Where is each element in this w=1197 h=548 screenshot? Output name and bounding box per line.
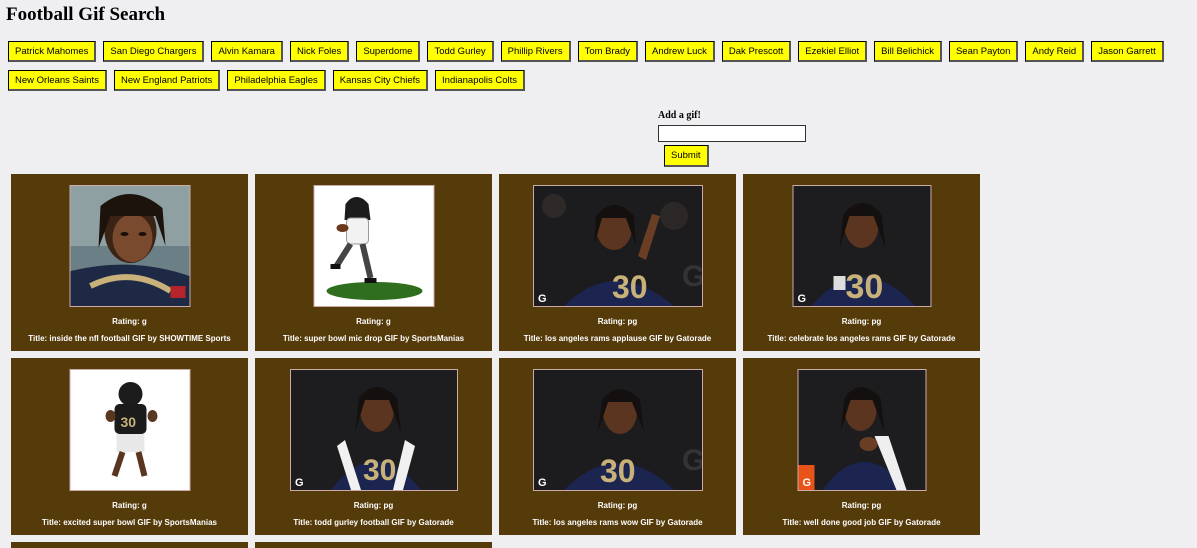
gif-rating: Rating: pg — [353, 501, 394, 510]
svg-text:30: 30 — [845, 268, 883, 306]
gif-card: 30 G Rating: pg Title: celebrate los ang… — [743, 174, 980, 351]
gif-title: Title: inside the nfl football GIF by SH… — [28, 334, 231, 343]
topic-button[interactable]: Bill Belichick — [874, 41, 942, 62]
svg-text:30: 30 — [363, 454, 396, 487]
topic-button[interactable]: Dak Prescott — [721, 41, 792, 62]
gif-card — [11, 542, 248, 548]
topic-button[interactable]: Kansas City Chiefs — [332, 70, 429, 91]
svg-text:G: G — [295, 477, 304, 489]
svg-text:G: G — [682, 260, 702, 293]
svg-text:G: G — [682, 444, 702, 477]
gif-image[interactable]: 30 G — [289, 369, 458, 491]
topic-button[interactable]: Todd Gurley — [427, 41, 494, 62]
gif-title: Title: todd gurley football GIF by Gator… — [293, 518, 454, 527]
topic-button-bar: Patrick Mahomes San Diego Chargers Alvin… — [8, 41, 1188, 91]
page-title: Football Gif Search — [6, 4, 166, 25]
gif-card: 30 G G Rating: pg Title: los angeles ram… — [499, 174, 736, 351]
gif-rating: Rating: pg — [841, 317, 882, 326]
gif-title: Title: excited super bowl GIF by SportsM… — [42, 518, 217, 527]
svg-text:G: G — [802, 477, 811, 489]
topic-button[interactable]: Indianapolis Colts — [435, 70, 526, 91]
gif-image[interactable]: 30 G G — [532, 185, 703, 307]
gif-title: Title: celebrate los angeles rams GIF by… — [767, 334, 956, 343]
svg-text:G: G — [797, 293, 806, 305]
topic-button[interactable]: Tom Brady — [577, 41, 638, 62]
gif-card — [255, 542, 492, 548]
svg-text:30: 30 — [600, 453, 636, 489]
topic-button[interactable]: Jason Garrett — [1091, 41, 1164, 62]
gif-title: Title: los angeles rams wow GIF by Gator… — [532, 518, 703, 527]
topic-button[interactable]: Andrew Luck — [644, 41, 715, 62]
gif-rating: Rating: pg — [841, 501, 882, 510]
gif-rating: Rating: pg — [597, 317, 638, 326]
topic-button[interactable]: Patrick Mahomes — [8, 41, 97, 62]
submit-button[interactable]: Submit — [664, 145, 709, 167]
gif-card: Rating: g Title: inside the nfl football… — [11, 174, 248, 351]
gif-image[interactable]: 30 G — [792, 185, 931, 307]
topic-button[interactable]: New England Patriots — [113, 70, 221, 91]
topic-button[interactable]: Ezekiel Elliot — [798, 41, 868, 62]
gif-results-grid: Rating: g Title: inside the nfl football… — [11, 174, 986, 548]
topic-button[interactable]: Nick Foles — [289, 41, 350, 62]
svg-text:G: G — [538, 293, 547, 305]
topic-button[interactable]: Alvin Kamara — [211, 41, 283, 62]
topic-button[interactable]: Superdome — [356, 41, 421, 62]
gif-rating: Rating: g — [112, 501, 147, 510]
topic-button[interactable]: Phillip Rivers — [500, 41, 571, 62]
gif-image[interactable] — [313, 185, 434, 307]
gif-title: Title: los angeles rams applause GIF by … — [523, 334, 712, 343]
gif-card: Rating: g Title: super bowl mic drop GIF… — [255, 174, 492, 351]
gif-title: Title: well done good job GIF by Gatorad… — [782, 518, 941, 527]
gif-image[interactable]: G — [797, 369, 926, 491]
topic-button[interactable]: New Orleans Saints — [8, 70, 107, 91]
gif-rating: Rating: pg — [597, 501, 638, 510]
topic-button[interactable]: Sean Payton — [948, 41, 1019, 62]
gif-rating: Rating: g — [356, 317, 391, 326]
topic-button[interactable]: Philadelphia Eagles — [227, 70, 326, 91]
gif-card: 30 G Rating: pg Title: todd gurley footb… — [255, 358, 492, 535]
gif-card: 30 Rating: g Title: excited super bowl G… — [11, 358, 248, 535]
topic-button[interactable]: Andy Reid — [1025, 41, 1085, 62]
gif-image[interactable]: 30 G G — [532, 369, 703, 491]
gif-image[interactable] — [69, 185, 190, 307]
svg-text:30: 30 — [120, 414, 136, 430]
gif-title: Title: super bowl mic drop GIF by Sports… — [282, 334, 465, 343]
gif-rating: Rating: g — [112, 317, 147, 326]
svg-text:G: G — [538, 477, 547, 489]
svg-text:30: 30 — [612, 269, 648, 305]
topic-button[interactable]: San Diego Chargers — [103, 41, 205, 62]
add-gif-label: Add a gif! — [658, 110, 701, 121]
gif-card: 30 G G Rating: pg Title: los angeles ram… — [499, 358, 736, 535]
add-gif-form: Add a gif! — [658, 110, 808, 142]
gif-card: G Rating: pg Title: well done good job G… — [743, 358, 980, 535]
add-gif-input[interactable] — [658, 125, 806, 142]
gif-image[interactable]: 30 — [69, 369, 190, 491]
